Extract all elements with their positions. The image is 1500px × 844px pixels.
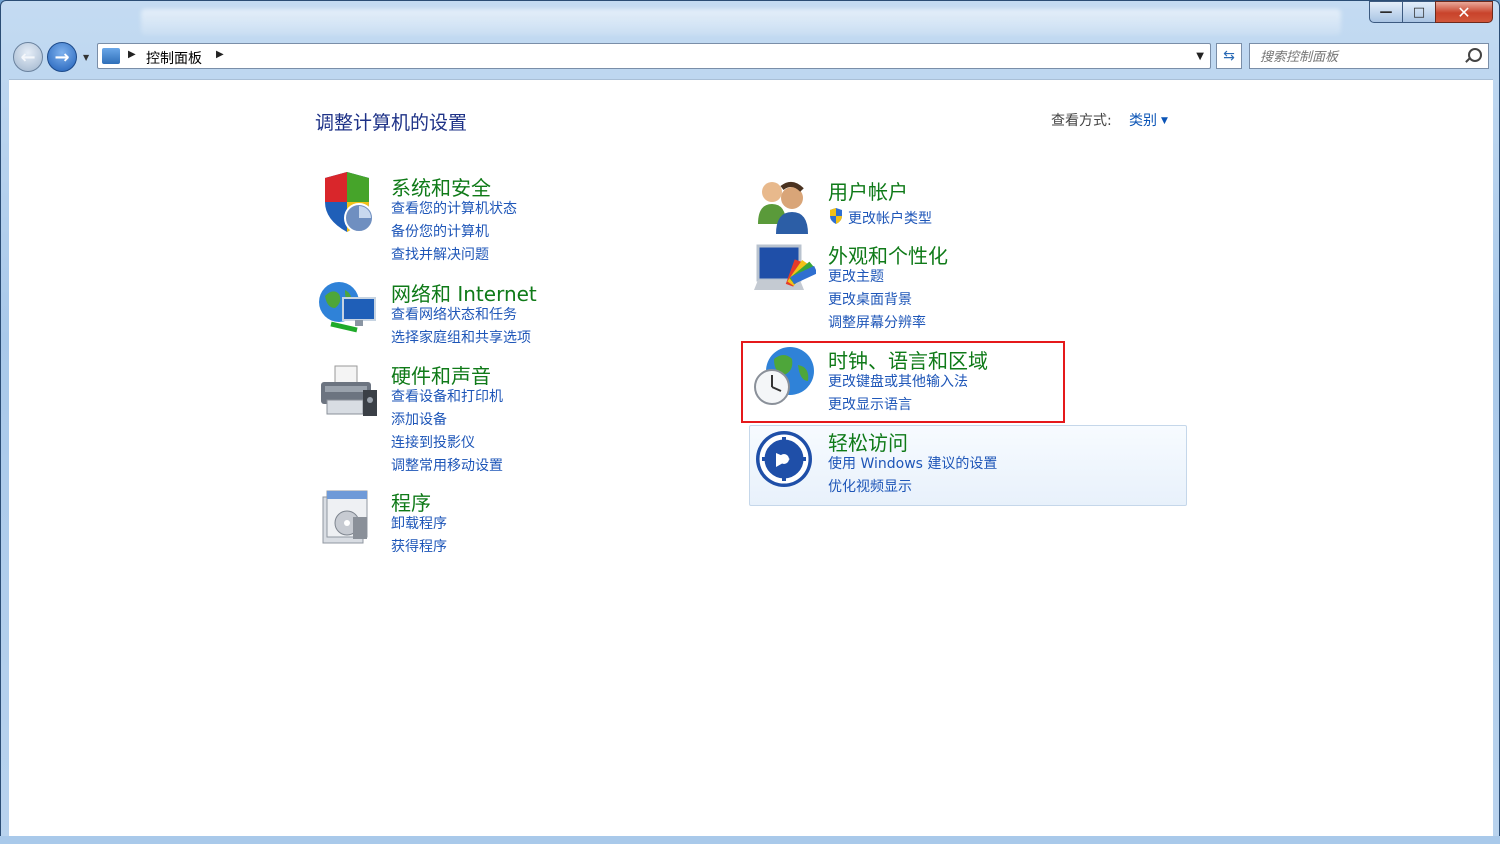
personalization-icon [754,244,816,290]
close-icon: ✕ [1457,2,1471,22]
link-optimize-visual-display[interactable]: 优化视频显示 [828,476,912,496]
control-panel-icon [102,48,120,64]
refresh-icon: ⇆ [1223,48,1235,64]
minimize-icon: — [1379,4,1393,20]
category-title[interactable]: 用户帐户 [828,176,908,205]
search-input[interactable] [1258,47,1462,67]
maximize-icon: □ [1412,4,1426,20]
forward-button[interactable]: → [47,42,77,72]
navigation-bar: ← → ▼ ▶ 控制面板 ▶ ▼ ⇆ [11,41,1491,73]
category-ease-of-access: 轻松访问 使用 Windows 建议的设置 优化视频显示 [754,427,1074,497]
link-change-theme[interactable]: 更改主题 [828,266,884,286]
category-title[interactable]: 网络和 Internet [391,278,537,307]
maximize-button[interactable]: □ [1402,1,1435,23]
back-button[interactable]: ← [13,42,43,72]
category-title[interactable]: 轻松访问 [828,427,908,456]
back-arrow-icon: ← [20,46,36,68]
address-dropdown-icon[interactable]: ▼ [1196,51,1204,62]
breadcrumb-arrow-icon[interactable]: ▶ [216,49,224,60]
dropdown-arrow-icon[interactable]: ▼ [1161,116,1168,126]
users-icon [758,182,808,234]
view-by-dropdown[interactable]: 类别 ▼ [1129,110,1168,130]
category-title[interactable]: 硬件和声音 [391,360,491,389]
link-windows-recommended-settings[interactable]: 使用 Windows 建议的设置 [828,453,997,473]
link-mobility-settings[interactable]: 调整常用移动设置 [391,455,503,475]
category-system-security: 系统和安全 查看您的计算机状态 备份您的计算机 查找并解决问题 [317,172,617,264]
view-by-label: 查看方式: [1051,113,1112,129]
category-network: 网络和 Internet 查看网络状态和任务 选择家庭组和共享选项 [317,278,617,348]
link-change-account-type[interactable]: 更改帐户类型 [848,208,932,228]
uac-shield-icon [830,208,842,224]
link-troubleshoot[interactable]: 查找并解决问题 [391,244,489,264]
control-panel-window: — □ ✕ ← → ▼ ▶ 控制面板 ▶ ▼ ⇆ 调整计算机的设置 查看方式: … [0,0,1500,844]
category-programs: 程序 卸载程序 获得程序 [317,487,617,557]
view-by-value[interactable]: 类别 [1129,113,1157,129]
category-title[interactable]: 系统和安全 [391,172,491,201]
link-devices-printers[interactable]: 查看设备和打印机 [391,386,503,406]
link-add-device[interactable]: 添加设备 [391,409,447,429]
category-hardware-sound: 硬件和声音 查看设备和打印机 添加设备 连接到投影仪 调整常用移动设置 [317,360,617,474]
link-change-desktop-background[interactable]: 更改桌面背景 [828,289,912,309]
programs-icon [322,490,368,544]
link-connect-projector[interactable]: 连接到投影仪 [391,432,475,452]
caption-buttons: — □ ✕ [1369,1,1493,23]
breadcrumb-arrow-icon[interactable]: ▶ [128,49,136,60]
link-change-display-language[interactable]: 更改显示语言 [828,394,912,414]
clock-globe-icon [754,347,814,405]
address-bar[interactable]: ▶ 控制面板 ▶ ▼ [97,43,1211,69]
printer-icon [321,365,377,416]
link-adjust-resolution[interactable]: 调整屏幕分辨率 [828,312,926,332]
content-area: 调整计算机的设置 查看方式: 类别 ▼ 系统和安全 查看您的计算机状态 备份您的计… [9,79,1493,838]
title-bar[interactable]: — □ ✕ [1,1,1499,39]
link-change-keyboard-input[interactable]: 更改键盘或其他输入法 [828,371,968,391]
category-clock-region: 时钟、语言和区域 更改键盘或其他输入法 更改显示语言 [754,345,1074,415]
search-icon[interactable] [1468,48,1482,62]
window-bottom-border [0,836,1500,844]
link-backup-computer[interactable]: 备份您的计算机 [391,221,489,241]
category-title[interactable]: 外观和个性化 [828,240,948,269]
link-get-programs[interactable]: 获得程序 [391,536,447,556]
category-user-accounts: 用户帐户 更改帐户类型 [754,176,1074,236]
link-view-computer-status[interactable]: 查看您的计算机状态 [391,198,517,218]
link-network-status[interactable]: 查看网络状态和任务 [391,304,517,324]
network-globe-icon [319,282,376,333]
category-appearance: 外观和个性化 更改主题 更改桌面背景 调整屏幕分辨率 [754,240,1074,332]
minimize-button[interactable]: — [1369,1,1402,23]
title-bar-glass [141,9,1341,35]
ease-of-access-icon [756,431,812,487]
close-button[interactable]: ✕ [1435,1,1493,23]
link-homegroup-sharing[interactable]: 选择家庭组和共享选项 [391,327,531,347]
forward-arrow-icon: → [54,46,70,68]
refresh-button[interactable]: ⇆ [1216,43,1242,69]
search-box[interactable] [1249,43,1489,69]
category-title[interactable]: 时钟、语言和区域 [828,345,988,374]
recent-pages-dropdown[interactable]: ▼ [83,53,89,62]
link-uninstall-program[interactable]: 卸载程序 [391,513,447,533]
shield-icon [325,172,374,233]
category-title[interactable]: 程序 [391,487,431,516]
breadcrumb-control-panel[interactable]: 控制面板 [146,48,202,68]
page-title: 调整计算机的设置 [315,112,468,134]
